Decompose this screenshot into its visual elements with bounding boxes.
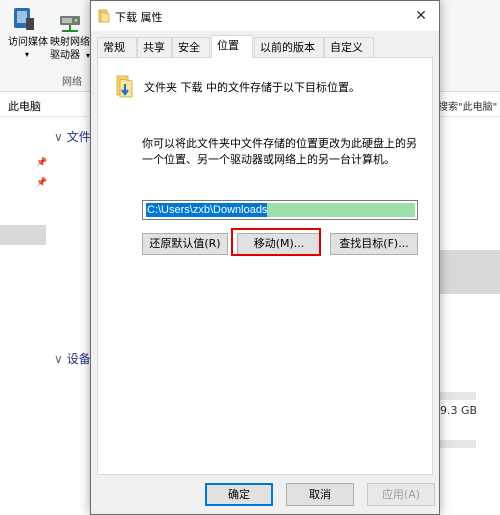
close-icon: ✕ [415,8,427,24]
selected-path-text[interactable]: C:\Users\zxb\Downloads [146,203,269,217]
close-button[interactable]: ✕ [403,1,439,31]
tab-security[interactable]: 安全 [172,37,210,57]
chevron-down-icon[interactable]: ∨ [54,352,63,366]
dialog-title: 下载 属性 [115,11,163,24]
cancel-button[interactable]: 取消 [286,483,354,506]
move-button-highlight-box [231,228,321,256]
tab-general[interactable]: 常规 [97,37,137,57]
tab-customize[interactable]: 自定义 [324,37,374,57]
target-path-input[interactable]: C:\Users\zxb\Downloads [142,200,418,220]
location-description: 你可以将此文件夹中文件存储的位置更改为此硬盘上的另一个位置、另一个驱动器或网络上… [142,137,417,166]
tab-previous-versions[interactable]: 以前的版本 [254,37,324,57]
folder-icon [97,9,111,26]
ribbon-group-network: 网络 [62,77,82,88]
pin-icon[interactable]: 📌 [36,158,47,168]
selected-item-background[interactable] [436,250,500,294]
access-media-dropdown[interactable]: ▾ [22,48,32,61]
ok-button[interactable]: 确定 [205,483,273,506]
downloads-folder-icon [114,73,138,104]
dialog-titlebar[interactable]: 下载 属性 ✕ [91,1,439,31]
drive-free-space: 9.3 GB [440,404,478,417]
tab-sharing[interactable]: 共享 [137,37,172,57]
tab-location[interactable]: 位置 [211,35,253,58]
media-access-icon[interactable] [12,6,36,37]
find-target-button[interactable]: 查找目标(F)... [330,233,418,255]
section-devices-label: 设备 [66,352,91,366]
section-folders-label: 文件 [66,130,91,144]
chevron-down-icon[interactable]: ∨ [54,130,63,144]
search-box[interactable]: 搜索"此电脑" [438,98,497,113]
section-devices[interactable]: ∨ 设备 [54,350,91,367]
properties-dialog: 下载 属性 ✕ 常规 共享 安全 位置 以前的版本 自定义 文件夹 下载 中的文… [90,0,440,515]
restore-default-button[interactable]: 还原默认值(R) [142,233,228,255]
path-input-text[interactable]: C:\Users\zxb\Downloads [145,203,269,217]
drive-usage-bar [436,440,476,448]
map-network-label-line1[interactable]: 映射网络 [50,36,94,49]
nav-item-selected[interactable] [0,225,46,245]
apply-button[interactable]: 应用(A) [367,483,435,506]
pin-icon[interactable]: 📌 [36,178,47,188]
section-folders[interactable]: ∨ 文件 [54,128,91,145]
drive-usage-bar [436,392,476,400]
tab-strip: 常规 共享 安全 位置 以前的版本 自定义 [97,35,437,58]
map-network-drive-icon[interactable] [58,12,84,37]
navigation-pane: 📌 📌 [0,118,48,515]
location-tab-panel: 文件夹 下载 中的文件存储于以下目标位置。 你可以将此文件夹中文件存储的位置更改… [97,57,433,475]
location-heading: 文件夹 下载 中的文件存储于以下目标位置。 [144,81,360,94]
address-path[interactable]: 此电脑 [8,98,41,114]
path-input-green-fill [267,203,415,217]
